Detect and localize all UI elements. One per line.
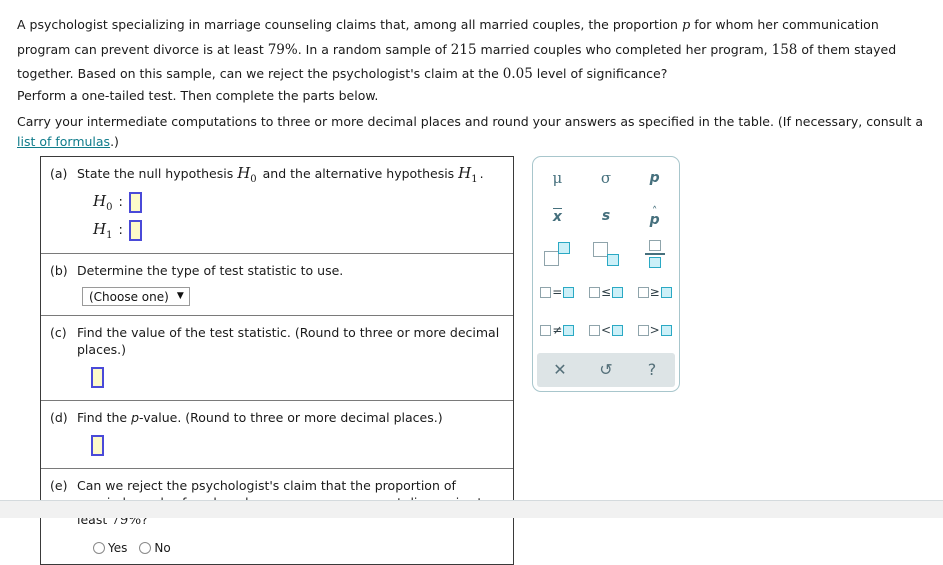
problem-statement: A psychologist specializing in marriage … <box>17 13 927 86</box>
question-d-text: Find the p-value. (Round to three or mor… <box>77 409 503 426</box>
test-statistic-select-value: (Choose one) <box>89 289 169 304</box>
question-a-text-part3: . <box>479 166 484 181</box>
radio-no-dot <box>139 542 152 554</box>
question-a-text-part2: and the alternative hypothesis <box>258 166 459 181</box>
palette-less-than-icon[interactable]: < <box>582 311 631 349</box>
subscript-glyph <box>593 242 619 266</box>
success-count: 158 <box>771 42 798 58</box>
palette-row-structures <box>533 235 679 273</box>
instruction-one-tailed: Perform a one-tailed test. Then complete… <box>17 88 379 103</box>
palette-action-bar: ✕ ↺ ? <box>537 353 675 387</box>
question-mark-icon: ? <box>647 360 657 379</box>
list-of-formulas-link[interactable]: list of formulas <box>17 134 110 149</box>
palette-s-icon[interactable]: s <box>582 197 631 235</box>
test-statistic-input[interactable] <box>91 367 104 388</box>
symbol-palette: μ σ p x s ˄ p = ≤ ≥ ≠ < > ✕ ↺ ? <box>532 156 680 392</box>
question-row-c: (c) Find the value of the test statistic… <box>41 316 513 401</box>
undo-button[interactable]: ↺ <box>583 353 629 387</box>
palette-p-hat-icon[interactable]: ˄ p <box>630 197 679 235</box>
question-a-text: State the null hypothesis H0 and the alt… <box>77 165 503 188</box>
question-e-label: (e) <box>50 478 68 493</box>
h0-colon: : <box>118 194 123 210</box>
palette-p-icon[interactable]: p <box>630 159 679 197</box>
sample-size: 215 <box>450 42 477 58</box>
radio-yes-dot <box>93 542 105 554</box>
palette-greater-than-icon[interactable]: > <box>630 311 679 349</box>
alternative-hypothesis-line: H1 : <box>93 216 503 244</box>
palette-fraction-icon[interactable] <box>630 235 679 273</box>
undo-icon: ↺ <box>599 360 613 379</box>
question-row-b: (b) Determine the type of test statistic… <box>41 254 513 316</box>
question-row-a: (a) State the null hypothesis H0 and the… <box>41 157 513 254</box>
palette-greater-than-or-equal-icon[interactable]: ≥ <box>630 273 679 311</box>
h1-colon: : <box>118 222 123 238</box>
palette-row-relations-2: ≠ < > <box>533 311 679 349</box>
fraction-glyph <box>644 240 666 268</box>
question-a-text-part1: State the null hypothesis <box>77 166 238 181</box>
question-d-text-part2: -value. (Round to three or more decimal … <box>139 410 443 425</box>
question-c-text: Find the value of the test statistic. (R… <box>77 325 500 357</box>
instruction-rounding-tail: .) <box>110 134 119 149</box>
h1-symbol: H1 <box>93 219 113 241</box>
p-value-symbol: p <box>131 410 140 425</box>
question-c-label: (c) <box>50 325 67 340</box>
problem-text-part4: married couples who completed her progra… <box>476 42 772 57</box>
question-row-d: (d) Find the p-value. (Round to three or… <box>41 401 513 469</box>
radio-no[interactable]: No <box>139 541 171 555</box>
claim-percentage: 79% <box>267 42 298 58</box>
palette-less-than-or-equal-icon[interactable]: ≤ <box>582 273 631 311</box>
chevron-down-icon: ▼ <box>176 291 184 301</box>
problem-text-part3: . In a random sample of <box>297 42 451 57</box>
superscript-glyph <box>544 242 571 266</box>
h0-symbol: H0 <box>93 191 113 213</box>
radio-no-label: No <box>154 541 171 555</box>
h1-input[interactable] <box>128 219 142 241</box>
question-a-label: (a) <box>50 166 68 181</box>
palette-x-bar-icon[interactable]: x <box>533 197 582 235</box>
clear-button[interactable]: ✕ <box>537 353 583 387</box>
palette-subscript-icon[interactable] <box>582 235 631 273</box>
question-d-label: (d) <box>50 410 68 425</box>
question-b-text: Determine the type of test statistic to … <box>77 263 344 278</box>
palette-sigma-icon[interactable]: σ <box>582 159 631 197</box>
palette-equals-icon[interactable]: = <box>533 273 582 311</box>
footer-strip <box>0 500 943 518</box>
radio-yes[interactable]: Yes <box>93 541 127 555</box>
problem-text: A psychologist specializing in marriage … <box>17 13 927 86</box>
question-b-label: (b) <box>50 263 68 278</box>
instruction-rounding-text: Carry your intermediate computations to … <box>17 114 924 129</box>
radio-yes-label: Yes <box>108 541 128 555</box>
h0-inline-symbol: H0 <box>237 164 257 186</box>
h0-input[interactable] <box>128 191 142 213</box>
instruction-rounding: Carry your intermediate computations to … <box>17 112 932 152</box>
palette-row-greek: μ σ p <box>533 159 679 197</box>
problem-text-part6: level of significance? <box>532 66 668 81</box>
significance-level: 0.05 <box>502 66 533 82</box>
palette-not-equal-icon[interactable]: ≠ <box>533 311 582 349</box>
null-hypothesis-line: H0 : <box>93 188 503 216</box>
problem-text-part1: A psychologist specializing in marriage … <box>17 17 682 32</box>
palette-superscript-icon[interactable] <box>533 235 582 273</box>
p-value-input[interactable] <box>91 435 104 456</box>
help-button[interactable]: ? <box>629 353 675 387</box>
close-icon: ✕ <box>553 360 567 379</box>
palette-row-statistics: x s ˄ p <box>533 197 679 235</box>
test-statistic-select[interactable]: (Choose one) ▼ <box>82 287 190 306</box>
palette-mu-icon[interactable]: μ <box>533 159 582 197</box>
palette-row-relations-1: = ≤ ≥ <box>533 273 679 311</box>
question-d-text-part1: Find the <box>77 410 132 425</box>
h1-inline-symbol: H1 <box>458 164 478 186</box>
